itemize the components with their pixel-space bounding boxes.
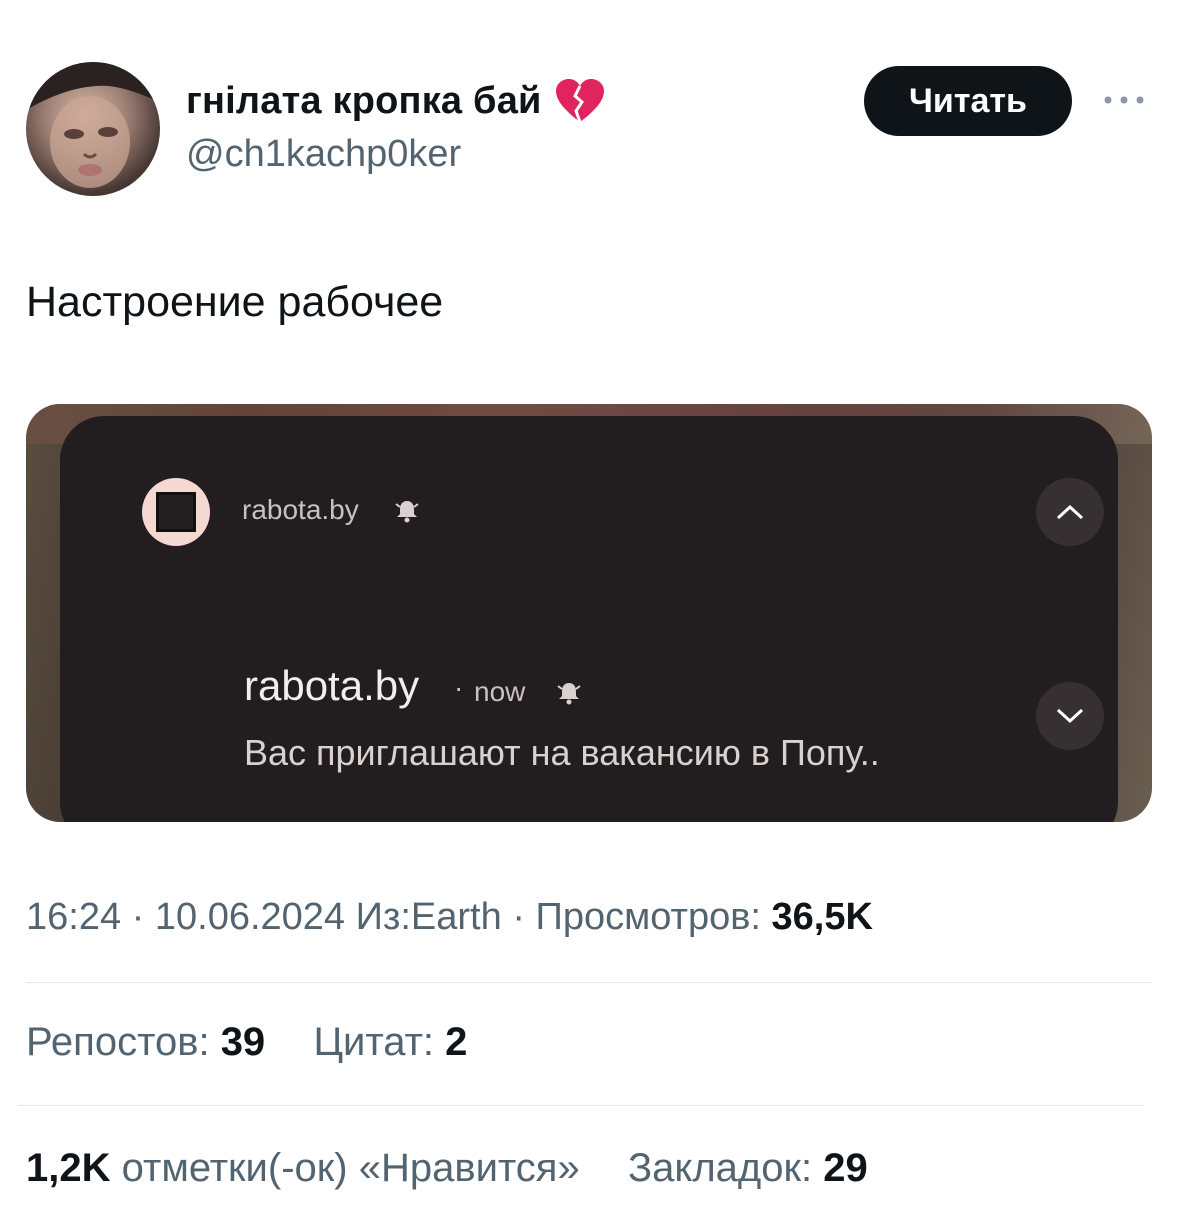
avatar-image xyxy=(26,62,160,188)
avatar[interactable] xyxy=(26,62,160,196)
meta-separator: · xyxy=(512,896,525,938)
likes-stat[interactable]: 1,2K отметки(-ок) «Нравится» xyxy=(26,1146,591,1190)
reposts-stat[interactable]: Репостов: 39 xyxy=(26,1020,276,1064)
tweet-media-image[interactable]: rabota.by rabota.by · now Вас приглашают… xyxy=(26,404,1152,822)
follow-button[interactable]: Читать xyxy=(864,66,1072,136)
author-handle[interactable]: @ch1kachp0ker xyxy=(186,133,461,176)
bookmarks-label: Закладок: xyxy=(627,1146,813,1190)
quotes-stat[interactable]: Цитат: 2 xyxy=(313,1020,467,1064)
display-name[interactable]: гнілата кропка бай xyxy=(186,80,542,123)
divider xyxy=(26,982,1152,983)
expand-button[interactable] xyxy=(1036,682,1104,750)
stats-row-likes: 1,2K отметки(-ок) «Нравится» Закладок: 2… xyxy=(26,1146,868,1191)
notification-title: rabota.by xyxy=(244,662,420,709)
app-name: rabota.by xyxy=(242,494,359,525)
quotes-count: 2 xyxy=(445,1020,468,1064)
likes-count: 1,2K xyxy=(26,1146,111,1190)
bell-icon xyxy=(557,683,581,705)
app-icon xyxy=(142,478,210,546)
tweet-detail: гнілата кропка бай @ch1kachp0ker Читать … xyxy=(0,0,1178,1214)
reposts-label: Репостов: xyxy=(26,1020,210,1064)
broken-heart-icon xyxy=(554,78,606,124)
notification-time: now xyxy=(474,676,526,707)
collapse-button[interactable] xyxy=(1036,478,1104,546)
bookmarks-stat[interactable]: Закладок: 29 xyxy=(628,1146,868,1190)
views-label: Просмотров: xyxy=(535,896,761,938)
bell-icon xyxy=(395,501,419,523)
divider xyxy=(18,1105,1144,1106)
tweet-text: Настроение рабочее xyxy=(26,278,444,326)
notification-separator: · xyxy=(454,672,464,703)
stats-row-reposts: Репостов: 39 Цитат: 2 xyxy=(26,1020,467,1065)
author-name-row[interactable]: гнілата кропка бай xyxy=(186,78,606,124)
tweet-meta: 16:24 · 10.06.2024 Из:Earth · Просмотров… xyxy=(26,896,873,939)
meta-separator: · xyxy=(131,896,145,938)
more-horizontal-icon[interactable] xyxy=(1100,90,1148,110)
tweet-source: Из:Earth xyxy=(355,896,502,938)
chevron-down-icon xyxy=(1056,708,1084,724)
quotes-label: Цитат: xyxy=(313,1020,435,1064)
tweet-time[interactable]: 16:24 xyxy=(26,896,121,938)
chevron-up-icon xyxy=(1056,504,1084,520)
views-count[interactable]: 36,5K xyxy=(772,896,873,938)
tweet-date[interactable]: 10.06.2024 xyxy=(155,896,345,938)
reposts-count: 39 xyxy=(220,1020,266,1064)
notification-panel: rabota.by rabota.by · now Вас приглашают… xyxy=(60,416,1118,822)
notification-body: Вас приглашают на вакансию в Попу.. xyxy=(244,732,880,773)
likes-label: отметки(-ок) «Нравится» xyxy=(121,1146,580,1190)
bookmarks-count: 29 xyxy=(823,1146,868,1190)
